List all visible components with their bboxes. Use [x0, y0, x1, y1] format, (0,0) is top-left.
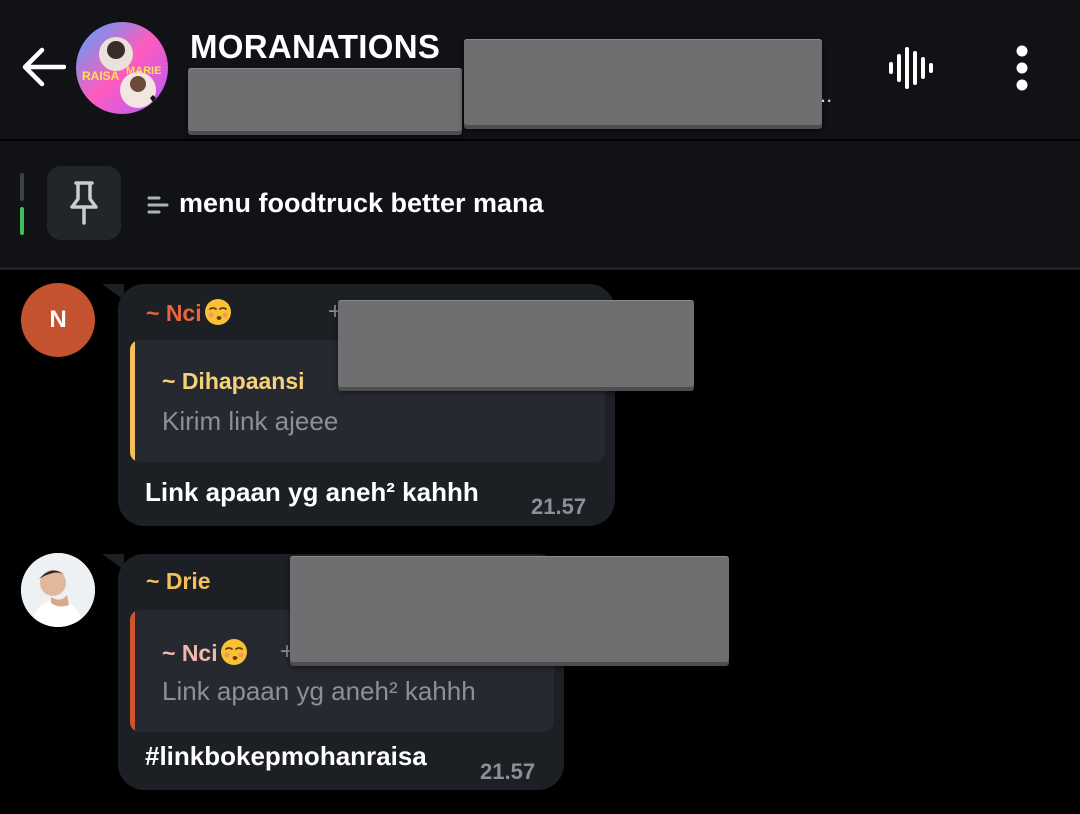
text-lines-icon — [147, 196, 169, 214]
sender-name[interactable]: ~ Nci — [146, 298, 232, 327]
chat-title[interactable]: MORANATIONS — [190, 28, 440, 66]
pinned-indicator-inactive — [20, 173, 24, 201]
redacted-block — [464, 39, 822, 125]
reply-sender-name: ~ Dihapaansi — [162, 368, 305, 394]
kissing-face-emoji — [220, 639, 247, 665]
reply-sender-name: ~ Nci — [162, 638, 248, 667]
group-avatar-image: RAISA MARIE — [76, 22, 168, 114]
message-time: 21.57 — [480, 759, 536, 784]
pinned-list-button[interactable] — [47, 166, 121, 240]
message-text: Link apaan yg aneh² kahhh — [145, 477, 479, 507]
pinned-message-text[interactable]: menu foodtruck better mana — [179, 188, 544, 219]
sender-name[interactable]: ~ Drie — [146, 568, 211, 595]
pin-icon — [70, 181, 98, 225]
back-button[interactable] — [18, 42, 68, 92]
sender-name-text: ~ Nci — [146, 300, 202, 326]
reply-accent-bar — [130, 340, 135, 462]
user-photo-avatar — [21, 553, 95, 627]
pinned-indicator-active — [20, 207, 24, 235]
reply-text: Link apaan yg aneh² kahhh — [162, 676, 476, 706]
redacted-block — [188, 68, 462, 131]
arrow-left-icon — [22, 47, 66, 87]
voice-wave-icon — [889, 47, 933, 89]
redacted-block — [290, 556, 729, 662]
avatar-text-raisa: RAISA — [82, 69, 120, 83]
sender-avatar[interactable] — [21, 553, 95, 627]
avatar-text-marie: MARIE — [126, 65, 161, 77]
reply-text: Kirim link ajeee — [162, 406, 339, 436]
message-time: 21.57 — [531, 494, 587, 519]
group-avatar[interactable]: RAISA MARIE — [76, 22, 168, 114]
more-vertical-icon — [1016, 45, 1028, 91]
voice-chat-button[interactable] — [884, 42, 938, 94]
reply-sender-name-text: ~ Nci — [162, 640, 218, 666]
pinned-divider — [0, 267, 1080, 270]
redacted-block — [338, 300, 694, 387]
sender-avatar[interactable]: N — [21, 283, 95, 357]
kissing-face-emoji — [204, 299, 231, 325]
message-text: #linkbokepmohanraisa — [145, 741, 427, 771]
reply-accent-bar — [130, 610, 135, 732]
subtitle-ellipsis: .. — [820, 82, 833, 107]
more-options-button[interactable] — [1000, 42, 1044, 94]
